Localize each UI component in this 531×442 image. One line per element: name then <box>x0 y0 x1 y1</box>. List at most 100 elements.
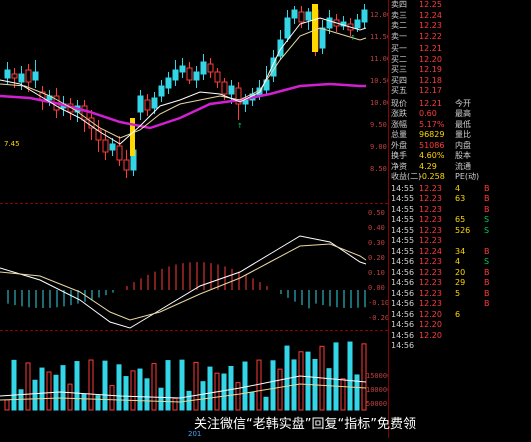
volume-bar <box>60 365 66 411</box>
candle-body <box>326 17 333 29</box>
volume-bar <box>263 396 269 411</box>
stat-label: 换手 <box>391 151 407 160</box>
volume-bar <box>361 343 367 411</box>
trade-time: 14:56 <box>391 341 415 350</box>
quote-panel: 卖四 12.25 卖三 12.24 卖二 12.23 卖一 12.22 买一 12.21 买二 12.… <box>388 0 531 438</box>
trade-row: 14:56 12.23 29 B <box>389 278 531 289</box>
stat-label-2: 最低 <box>455 119 471 129</box>
volume-axis-tick: 50000 <box>366 400 387 408</box>
order-book-row: 卖三 12.24 <box>389 11 531 22</box>
stat-value: 96829 <box>419 130 445 139</box>
candle-body <box>200 61 207 75</box>
candle-body <box>186 67 193 81</box>
trade-direction: B <box>484 183 490 193</box>
trade-price: 12.23 <box>419 278 442 287</box>
trade-price: 12.23 <box>419 194 442 203</box>
price-axis-tick: 10.50 <box>370 77 388 85</box>
candle-body <box>32 71 39 81</box>
volume-bar <box>165 360 171 411</box>
order-level-label: 买三 <box>391 65 407 74</box>
volume-bar <box>228 365 234 411</box>
volume-bar <box>354 374 360 411</box>
stat-label-2: 股本 <box>455 151 471 160</box>
stat-label-2: 流通 <box>455 161 471 171</box>
macd-axis-tick: -0.20 <box>368 314 388 322</box>
trade-price: 12.23 <box>419 299 442 308</box>
trade-time: 14:55 <box>391 225 415 235</box>
trade-time: 14:56 <box>391 320 415 329</box>
order-book-row: 买四 12.18 <box>389 76 531 87</box>
stat-row: 换手 4.60% 股本 <box>389 151 531 162</box>
volume-bar <box>67 383 73 411</box>
stat-label: 净资 <box>391 161 407 171</box>
trade-time: 14:56 <box>391 330 415 340</box>
candle-body <box>4 69 11 79</box>
volume-bar <box>137 368 143 411</box>
trade-direction: B <box>484 204 490 214</box>
volume-axis-tick: 100000 <box>366 386 388 394</box>
candle-body <box>319 27 326 49</box>
trade-time: 14:56 <box>391 278 415 287</box>
trade-time: 14:55 <box>391 215 415 224</box>
stat-label: 涨幅 <box>391 119 407 129</box>
stat-value: 51086 <box>419 140 445 150</box>
order-price: 12.17 <box>419 86 442 95</box>
volume-bar <box>193 361 199 411</box>
volume-bar <box>32 379 38 411</box>
volume-bar <box>116 364 122 411</box>
order-price: 12.18 <box>419 75 442 85</box>
trade-price: 12.23 <box>419 183 442 193</box>
trade-direction: B <box>484 267 490 277</box>
trade-row: 14:56 12.20 <box>389 331 531 342</box>
trade-time: 14:56 <box>391 267 415 277</box>
volume-bar <box>158 387 164 411</box>
trade-time: 14:56 <box>391 288 415 298</box>
trade-price: 12.20 <box>419 309 442 319</box>
order-price: 12.22 <box>419 31 442 41</box>
macd-axis-tick: 0.10 <box>368 269 385 277</box>
price-axis-tick: 10.00 <box>370 99 388 107</box>
volume-bar <box>144 378 150 411</box>
trade-time: 14:56 <box>391 309 415 319</box>
volume-bar <box>25 362 31 411</box>
stat-label: 总量 <box>391 130 407 139</box>
macd-axis-tick: 0.50 <box>368 209 385 217</box>
stat-label: 收益(二) <box>391 172 422 181</box>
candle-body <box>102 139 109 153</box>
trade-price: 12.23 <box>419 215 442 224</box>
ma-line-short <box>0 17 367 145</box>
trade-volume: 4 <box>455 183 461 193</box>
candle-body <box>144 99 151 111</box>
trade-volume: 526 <box>455 225 471 235</box>
order-book-row: 买五 12.17 <box>389 86 531 97</box>
volume-bar <box>207 366 213 411</box>
candle-body <box>228 85 235 95</box>
watermark-text: 关注微信“老韩实盘”回复“指标”免费领 <box>194 417 416 432</box>
macd-axis-tick: 0.20 <box>368 254 385 262</box>
volume-bar <box>235 382 241 411</box>
ma-line-mid <box>0 27 367 139</box>
volume-bar <box>242 361 248 411</box>
stat-row: 净资 4.29 流通 <box>389 162 531 173</box>
volume-bar <box>172 397 178 411</box>
kline-chart[interactable]: 12.00 11.50 11.00 10.50 10.00 9.50 9.00 8.50 0.5… <box>0 0 391 438</box>
stat-value: 0.60 <box>419 109 437 118</box>
volume-bar <box>11 359 17 411</box>
volume-bar <box>151 363 157 411</box>
stat-value: 5.17% <box>419 119 445 129</box>
stat-row: 外盘 51086 内盘 <box>389 141 531 152</box>
candle-body <box>354 19 361 29</box>
volume-bar <box>74 361 80 411</box>
candle-body <box>305 11 312 21</box>
candle-body <box>151 97 158 109</box>
trade-time: 14:55 <box>391 204 415 214</box>
macd-axis-tick: 0.00 <box>368 284 385 292</box>
price-axis-tick: 8.50 <box>370 165 387 173</box>
volume-bar <box>249 391 255 411</box>
chart-panel[interactable]: 12.00 11.50 11.00 10.50 10.00 9.50 9.00 8.50 0.5… <box>0 0 391 438</box>
chart-marker: ↑ <box>237 122 243 130</box>
kline-macd-divider <box>0 203 388 204</box>
order-level-label: 买五 <box>391 86 407 95</box>
macd-axis-tick: 0.30 <box>368 239 385 247</box>
trade-row: 14:55 12.23 <box>389 236 531 247</box>
